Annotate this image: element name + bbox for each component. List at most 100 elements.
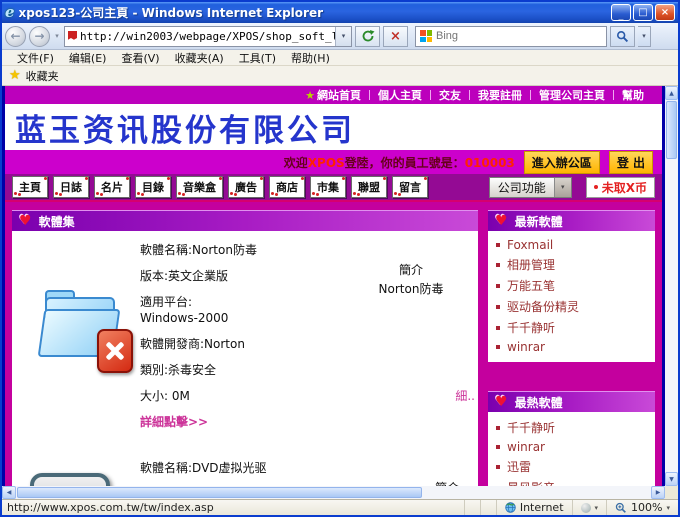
scroll-right-button[interactable]: ▶ bbox=[651, 486, 665, 499]
latest-software-panel: ♥ 最新軟體 Foxmail 相册管理 万能五笔 驱动备份精灵 千千静听 win… bbox=[488, 210, 655, 362]
welcome-middle: 登陸，你的員工號是： bbox=[345, 156, 465, 170]
tab-home[interactable]: 主頁 bbox=[12, 176, 48, 198]
navigation-bar: ← → ▾ ▾ × ▾ bbox=[2, 23, 678, 50]
address-bar[interactable]: ▾ bbox=[64, 26, 352, 47]
refresh-button[interactable] bbox=[355, 26, 380, 47]
minimize-icon: _ bbox=[619, 11, 624, 21]
status-link-url: http://www.xpos.com.tw/tw/index.asp bbox=[7, 501, 464, 514]
tab-namecard[interactable]: 名片 bbox=[94, 176, 130, 198]
tab-alliance[interactable]: 聯盟 bbox=[351, 176, 387, 198]
menu-tools[interactable]: 工具(T) bbox=[232, 50, 283, 66]
software-link[interactable]: 驱动备份精灵 bbox=[496, 296, 647, 317]
intro-title: 簡介 bbox=[348, 479, 478, 486]
topnav-friends[interactable]: 交友 bbox=[431, 87, 469, 103]
software-link[interactable]: winrar bbox=[496, 338, 647, 356]
maximize-icon: □ bbox=[638, 8, 647, 18]
status-segment bbox=[480, 500, 496, 515]
address-dropdown[interactable]: ▾ bbox=[335, 27, 351, 46]
scroll-down-button[interactable]: ▼ bbox=[665, 472, 678, 486]
tab-catalog[interactable]: 目錄 bbox=[135, 176, 171, 198]
menu-help[interactable]: 帮助(H) bbox=[284, 50, 337, 66]
logout-button[interactable]: 登 出 bbox=[609, 151, 653, 174]
software-link[interactable]: Foxmail bbox=[496, 236, 647, 254]
horizontal-scrollbar[interactable]: ◀ ▶ bbox=[2, 486, 678, 499]
software-link[interactable]: 相册管理 bbox=[496, 254, 647, 275]
search-input[interactable] bbox=[436, 30, 602, 42]
zoom-control[interactable]: 100% ▾ bbox=[606, 500, 678, 515]
horizontal-scroll-thumb[interactable] bbox=[17, 487, 422, 498]
software-name: 軟體名稱:Norton防毒 bbox=[140, 243, 348, 257]
company-banner: 蓝玉资讯股份有限公司 bbox=[5, 104, 662, 150]
menu-view[interactable]: 查看(V) bbox=[114, 50, 166, 66]
protected-mode-button[interactable]: ▾ bbox=[572, 500, 607, 515]
scroll-left-button[interactable]: ◀ bbox=[2, 486, 16, 499]
vertical-scrollbar[interactable]: ▲ ▼ bbox=[665, 86, 678, 486]
zone-label: Internet bbox=[520, 501, 564, 514]
tab-diary[interactable]: 日誌 bbox=[53, 176, 89, 198]
menu-edit[interactable]: 编辑(E) bbox=[62, 50, 114, 66]
tab-musicbox[interactable]: 音樂盒 bbox=[176, 176, 223, 198]
folder-tools-icon bbox=[39, 287, 125, 361]
topnav-personal-home[interactable]: 個人主頁 bbox=[370, 87, 430, 103]
stop-button[interactable]: × bbox=[383, 26, 408, 47]
stop-icon: × bbox=[390, 29, 401, 44]
tab-advert[interactable]: 廣告 bbox=[228, 176, 264, 198]
chevron-down-icon: ▾ bbox=[666, 504, 670, 512]
history-dropdown[interactable]: ▾ bbox=[53, 32, 61, 40]
bing-logo-icon bbox=[420, 30, 432, 42]
zoom-icon bbox=[615, 502, 627, 514]
site-tab-bar: 主頁 日誌 名片 目錄 音樂盒 廣告 商店 市集 聯盟 留言 公司功能 ▾ 未取… bbox=[5, 174, 662, 202]
software-link[interactable]: winrar bbox=[496, 438, 647, 456]
enter-office-button[interactable]: 進入辦公區 bbox=[524, 151, 600, 174]
truncated-detail-text: 細.. bbox=[455, 387, 475, 404]
software-intro: 簡介 Norton防毒 bbox=[348, 243, 474, 441]
chevron-down-icon: ▾ bbox=[554, 178, 571, 197]
vertical-scroll-track[interactable] bbox=[665, 100, 678, 472]
software-panel-header: ♥ 軟體集 bbox=[12, 210, 478, 231]
chevron-down-icon: ▾ bbox=[642, 32, 646, 40]
software-icon-cell bbox=[24, 243, 140, 441]
dvd-logo-icon: DVD bbox=[30, 473, 110, 486]
status-segment bbox=[464, 500, 480, 515]
topnav-register[interactable]: 我要註冊 bbox=[470, 87, 530, 103]
close-button[interactable]: × bbox=[655, 4, 675, 21]
xcoin-button[interactable]: 未取X币 bbox=[586, 177, 655, 198]
forward-button[interactable]: → bbox=[29, 26, 50, 47]
search-button[interactable] bbox=[610, 26, 635, 47]
tab-market[interactable]: 市集 bbox=[310, 176, 346, 198]
software-link[interactable]: 千千静听 bbox=[496, 417, 647, 438]
hot-panel-header: ♥ 最熱軟體 bbox=[488, 391, 655, 412]
menu-file[interactable]: 文件(F) bbox=[10, 50, 61, 66]
software-version: 版本:英文企業版 bbox=[140, 269, 348, 283]
tab-shop[interactable]: 商店 bbox=[269, 176, 305, 198]
zoom-level: 100% bbox=[631, 501, 662, 514]
scroll-left-icon: ◀ bbox=[7, 489, 12, 496]
software-developer: 軟體開發商:Norton bbox=[140, 337, 348, 351]
title-bar[interactable]: e xpos123-公司主頁 - Windows Internet Explor… bbox=[2, 2, 678, 23]
topnav-manage-company[interactable]: 管理公司主頁 bbox=[531, 87, 613, 103]
software-link[interactable]: 千千静听 bbox=[496, 317, 647, 338]
maximize-button[interactable]: □ bbox=[633, 4, 653, 21]
favorites-label[interactable]: 收藏夹 bbox=[26, 68, 59, 84]
company-functions-select[interactable]: 公司功能 ▾ bbox=[489, 177, 572, 198]
search-box[interactable] bbox=[415, 26, 607, 47]
minimize-button[interactable]: _ bbox=[611, 4, 631, 21]
ie-logo-icon: e bbox=[5, 5, 15, 20]
software-link[interactable]: 万能五笔 bbox=[496, 275, 647, 296]
software-link[interactable]: 迅雷 bbox=[496, 456, 647, 477]
tab-message[interactable]: 留言 bbox=[392, 176, 428, 198]
software-item: 軟體名稱:Norton防毒 版本:英文企業版 適用平台: Windows-200… bbox=[24, 243, 474, 441]
back-button[interactable]: ← bbox=[5, 26, 26, 47]
url-input[interactable] bbox=[80, 30, 335, 43]
detail-link[interactable]: 詳細點擊>> bbox=[140, 415, 348, 429]
topnav-site-home[interactable]: ★網站首頁 bbox=[297, 87, 369, 103]
software-details: 軟體名稱:Norton防毒 版本:英文企業版 適用平台: Windows-200… bbox=[140, 243, 348, 441]
software-link[interactable]: 暴风影音 bbox=[496, 477, 647, 486]
search-options-dropdown[interactable]: ▾ bbox=[638, 26, 651, 47]
vertical-scroll-thumb[interactable] bbox=[666, 101, 677, 159]
topnav-help[interactable]: 幫助 bbox=[614, 87, 652, 103]
horizontal-scroll-track[interactable] bbox=[16, 486, 651, 499]
menu-favorites[interactable]: 收藏夹(A) bbox=[168, 50, 231, 66]
scroll-up-button[interactable]: ▲ bbox=[665, 86, 678, 100]
main-content: ♥ 軟體集 軟體名稱:Norton防毒 bbox=[5, 202, 662, 486]
